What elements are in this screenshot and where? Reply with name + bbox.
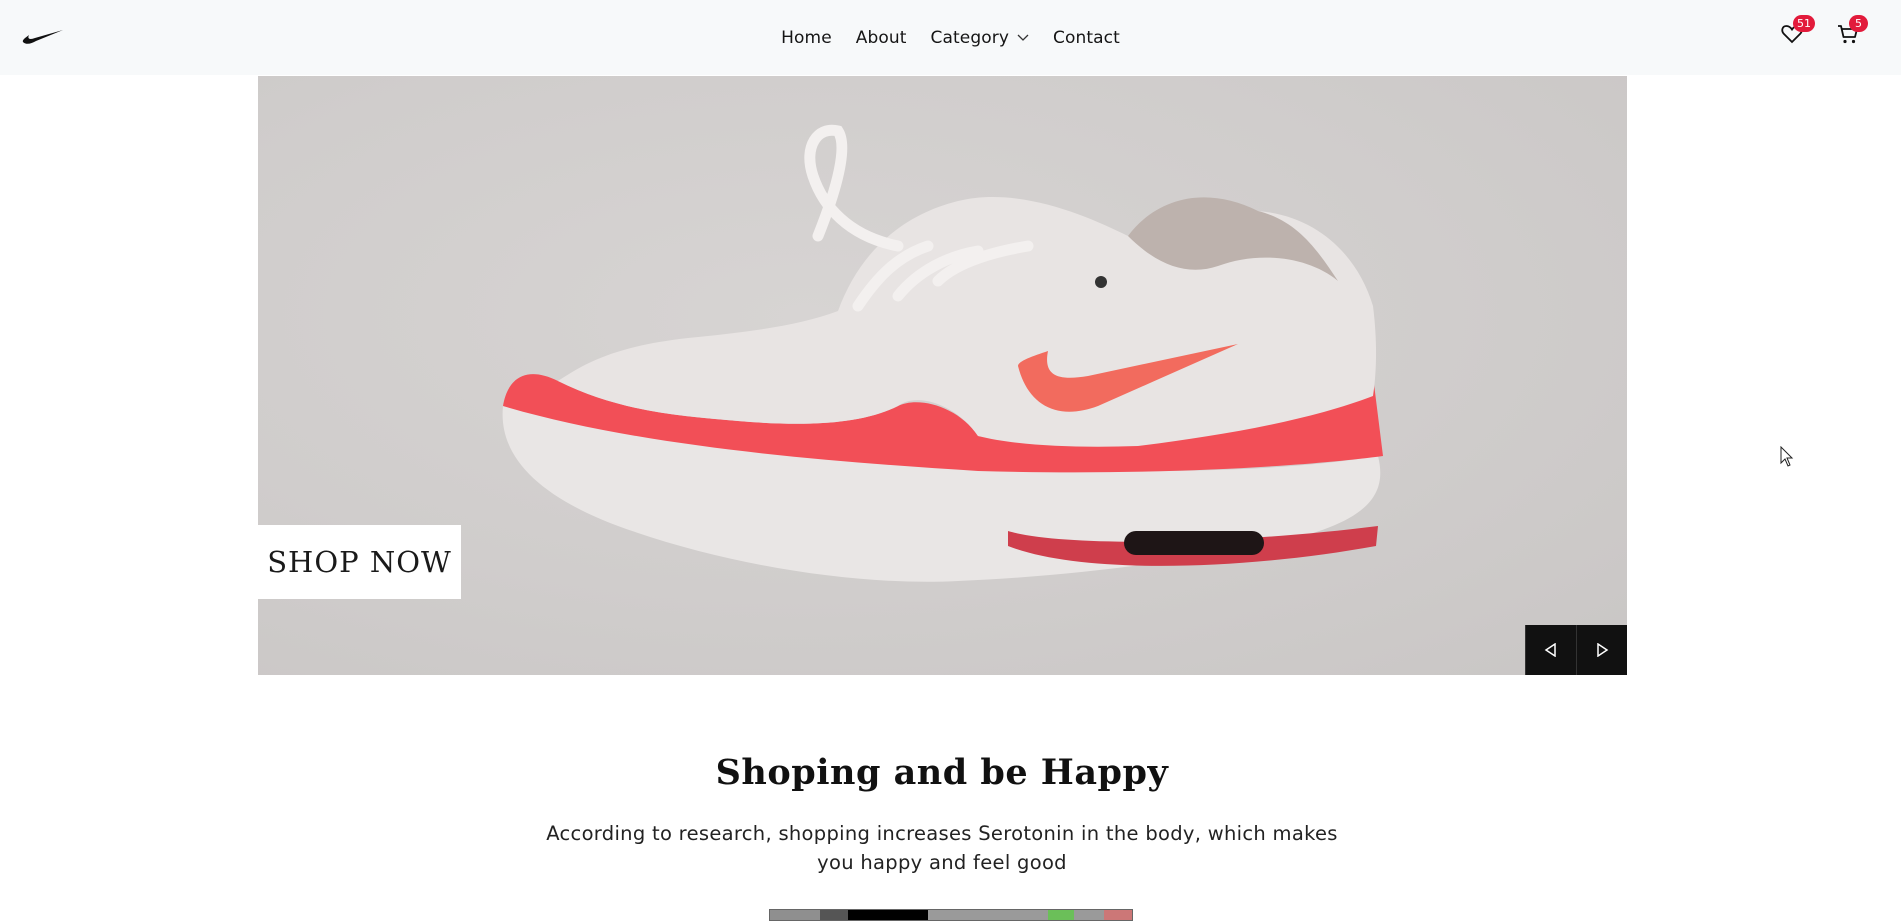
sneaker-image (502, 124, 1383, 582)
header-actions: 51 5 (1777, 14, 1868, 54)
section-title: Shoping and be Happy (715, 752, 1169, 793)
nav-home-link[interactable]: Home (769, 28, 844, 48)
toolbar-segment (848, 910, 928, 920)
triangle-right-icon (1597, 643, 1609, 657)
nav-about-link[interactable]: About (844, 28, 919, 48)
nav-contact-link[interactable]: Contact (1041, 28, 1132, 48)
shop-now-button[interactable]: SHOP NOW (258, 525, 461, 599)
carousel-next-button[interactable] (1576, 625, 1627, 675)
toolbar-segment (1074, 910, 1104, 920)
navbar: Home About Category Contact 51 5 (0, 0, 1901, 75)
toolbar-segment (928, 910, 1048, 920)
wishlist-button[interactable]: 51 (1777, 14, 1815, 54)
cart-count-badge: 5 (1849, 15, 1868, 32)
toolbar-close-icon[interactable] (1104, 910, 1132, 920)
toolbar-gear-icon[interactable] (820, 910, 848, 920)
mouse-cursor-icon (1780, 446, 1794, 467)
triangle-left-icon (1544, 643, 1556, 657)
main-nav: Home About Category Contact (0, 0, 1901, 75)
cart-button[interactable]: 5 (1833, 14, 1868, 54)
toolbar-check-icon[interactable] (1048, 910, 1074, 920)
carousel-controls (1525, 625, 1627, 675)
nav-category-label: Category (930, 27, 1009, 48)
section-description: According to research, shopping increase… (546, 822, 1338, 874)
floating-toolbar[interactable] (769, 909, 1133, 921)
carousel-prev-button[interactable] (1525, 625, 1576, 675)
hero-carousel: SHOP NOW (258, 76, 1627, 675)
nav-category-dropdown[interactable]: Category (919, 28, 1041, 48)
wishlist-count-badge: 51 (1793, 15, 1815, 32)
chevron-down-icon (1017, 34, 1029, 41)
toolbar-segment (770, 910, 820, 920)
